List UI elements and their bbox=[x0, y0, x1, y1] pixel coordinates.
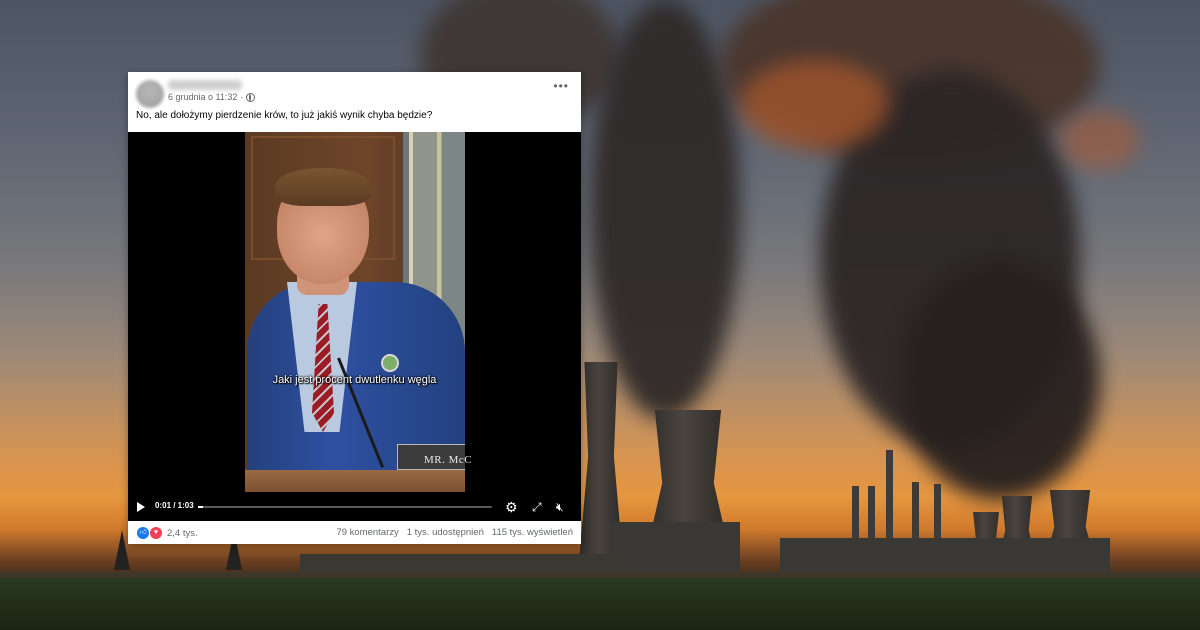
more-options-icon[interactable]: ••• bbox=[553, 80, 569, 92]
like-icon: 👍︎ bbox=[136, 526, 150, 540]
views-count: 115 tys. wyświetleń bbox=[491, 527, 573, 538]
nameplate-text: MR. McC bbox=[424, 454, 473, 466]
facebook-post: 6 grudnia o 11:32 · ••• No, ale dołożymy… bbox=[128, 72, 581, 544]
love-icon: ♥ bbox=[149, 526, 163, 540]
industrial-building bbox=[300, 554, 630, 572]
field bbox=[0, 578, 1200, 630]
post-meta: 6 grudnia o 11:32 · bbox=[168, 92, 256, 102]
speaker-hair bbox=[275, 168, 371, 206]
video-frame[interactable] bbox=[245, 132, 465, 492]
progress-bar[interactable] bbox=[198, 506, 492, 508]
smoke-glow bbox=[1060, 110, 1140, 170]
smoke-plume bbox=[590, 0, 740, 420]
fullscreen-icon[interactable]: ⤢ bbox=[532, 501, 542, 513]
lapel-pin bbox=[381, 354, 399, 372]
industrial-building bbox=[780, 538, 1110, 572]
comments-count[interactable]: 79 komentarzy bbox=[336, 527, 398, 538]
post-header: 6 grudnia o 11:32 · ••• No, ale dołożymy… bbox=[128, 72, 581, 132]
avatar-blurred[interactable] bbox=[136, 80, 164, 108]
post-text: No, ale dołożymy pierdzenie krów, to już… bbox=[136, 110, 433, 121]
smoke-plume bbox=[900, 260, 1100, 500]
smoke-glow bbox=[740, 60, 890, 150]
play-icon[interactable] bbox=[137, 502, 145, 512]
desk bbox=[245, 470, 465, 492]
video-time: 0:01 / 1:03 bbox=[155, 501, 194, 510]
progress-fill bbox=[198, 506, 203, 508]
gear-icon[interactable]: ⚙ bbox=[505, 500, 518, 514]
post-stats: 79 komentarzy 1 tys. udostępnień 115 tys… bbox=[336, 527, 573, 538]
video-controls: 0:01 / 1:03 ⚙ ⤢ 🔇︎ bbox=[128, 497, 581, 517]
author-name-blurred[interactable] bbox=[168, 80, 242, 90]
reactions[interactable]: 👍︎ ♥ 2,4 tys. bbox=[136, 526, 198, 540]
volume-muted-icon[interactable]: 🔇︎ bbox=[556, 501, 564, 513]
reactions-count[interactable]: 2,4 tys. bbox=[167, 528, 198, 539]
shares-count[interactable]: 1 tys. udostępnień bbox=[407, 527, 484, 538]
post-footer: 👍︎ ♥ 2,4 tys. 79 komentarzy 1 tys. udost… bbox=[128, 521, 581, 544]
video-player[interactable]: MR. McC Jaki jest procent dwutlenku węgl… bbox=[128, 132, 581, 521]
video-subtitle: Jaki jest procent dwutlenku węgla bbox=[272, 374, 437, 386]
post-date[interactable]: 6 grudnia o 11:32 bbox=[168, 92, 237, 102]
globe-icon[interactable] bbox=[246, 92, 256, 102]
